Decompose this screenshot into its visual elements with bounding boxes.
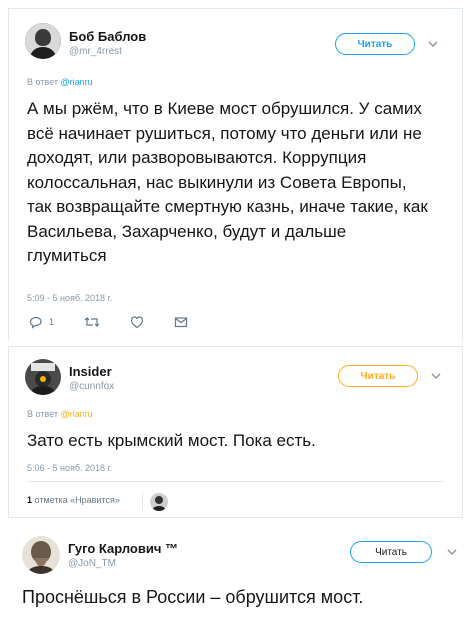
reply-count: 1	[49, 317, 55, 327]
reply-context: В ответ @rianru	[27, 409, 93, 419]
reply-mention-link[interactable]: @rianru	[60, 409, 92, 419]
reply-mention-link[interactable]: @rianru	[60, 77, 92, 87]
avatar[interactable]	[25, 23, 61, 59]
tweet-actions: 1	[29, 315, 218, 329]
chevron-down-icon[interactable]	[446, 546, 458, 558]
reply-icon	[29, 316, 42, 329]
follow-button[interactable]: Читать	[338, 365, 418, 387]
author-name[interactable]: Insider	[69, 364, 112, 379]
retweet-icon	[84, 317, 100, 327]
author-handle[interactable]: @mr_4rrest	[69, 46, 122, 57]
retweet-button[interactable]	[84, 315, 100, 329]
likes-count: 1	[27, 495, 33, 505]
avatar-image-icon	[25, 359, 61, 395]
chevron-down-icon[interactable]	[430, 370, 442, 382]
avatar-image-icon	[25, 23, 61, 59]
divider	[142, 493, 143, 511]
avatar[interactable]	[25, 359, 61, 395]
liker-avatar-icon	[150, 493, 168, 511]
avatar-image-icon	[22, 536, 60, 574]
liker-avatar[interactable]	[150, 493, 168, 511]
tweet-card-1: Боб Баблов @mr_4rrest Читать В ответ @ri…	[8, 8, 463, 341]
follow-button[interactable]: Читать	[335, 33, 415, 55]
likes-label: отметка «Нравится»	[34, 495, 120, 505]
author-handle[interactable]: @cunnfox	[69, 381, 114, 392]
divider	[27, 481, 444, 482]
chevron-down-icon[interactable]	[427, 38, 439, 50]
direct-message-button[interactable]	[174, 315, 188, 329]
reply-button[interactable]: 1	[29, 315, 54, 329]
follow-button[interactable]: Читать	[350, 541, 432, 563]
tweet-card-2: Insider @cunnfox Читать В ответ @rianru …	[8, 346, 463, 518]
likes-summary[interactable]: 1 отметка «Нравится»	[27, 495, 120, 505]
author-name[interactable]: Боб Баблов	[69, 29, 146, 44]
reply-prefix: В ответ	[27, 409, 58, 419]
timestamp[interactable]: 5:06 - 5 нояб. 2018 г.	[27, 463, 112, 473]
reply-context: В ответ @rianru	[27, 77, 93, 87]
author-handle[interactable]: @JoN_TM	[68, 558, 116, 569]
tweet-text: А мы ржём, что в Киеве мост обрушился. У…	[27, 99, 428, 265]
like-button[interactable]	[130, 315, 144, 329]
like-icon	[130, 316, 144, 329]
tweet-text: Проснёшься в России – обрушится мост.	[22, 587, 364, 607]
author-name[interactable]: Гуго Карлович ™	[68, 541, 178, 556]
direct-message-icon	[174, 317, 188, 328]
timestamp[interactable]: 5:09 - 5 нояб. 2018 г.	[27, 293, 112, 303]
reply-prefix: В ответ	[27, 77, 58, 87]
avatar[interactable]	[22, 536, 60, 574]
tweet-text: Зато есть крымский мост. Пока есть.	[27, 431, 316, 450]
tweet-card-3: Гуго Карлович ™ @JoN_TM Читать Проснёшьс…	[0, 528, 471, 626]
